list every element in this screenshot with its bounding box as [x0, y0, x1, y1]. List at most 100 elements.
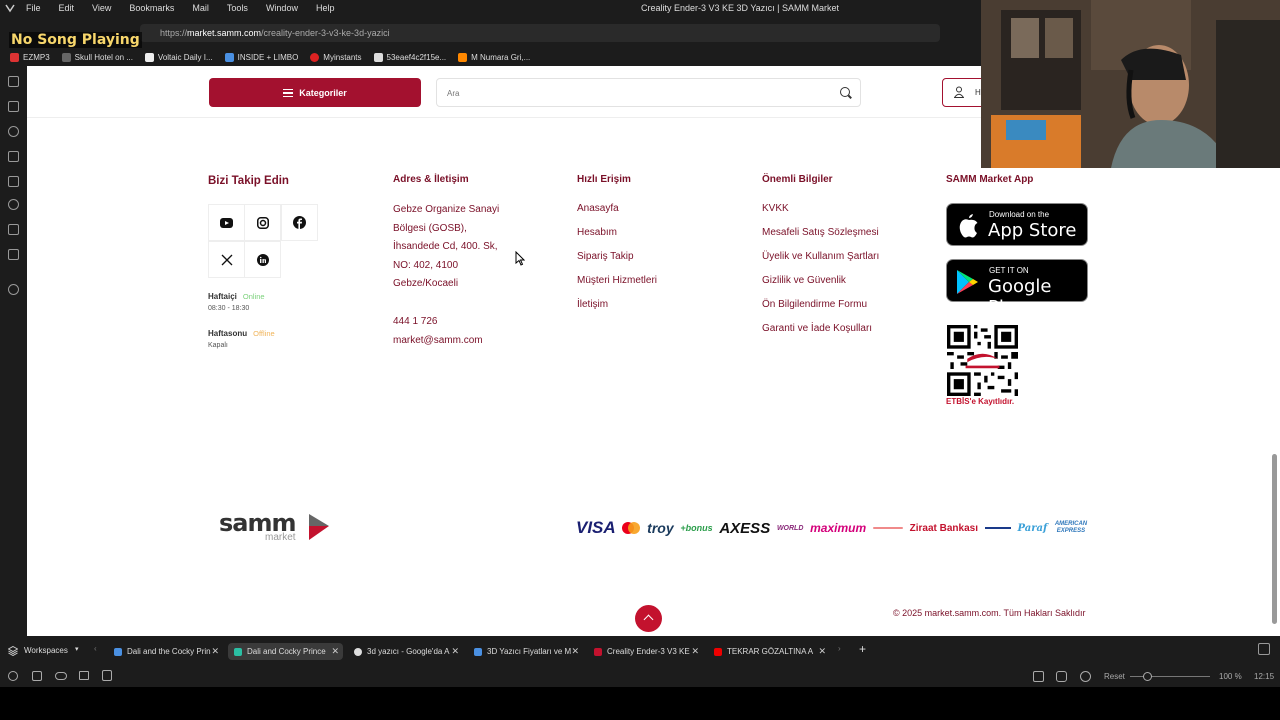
zoom-reset-button[interactable]: Reset [1104, 672, 1125, 681]
mail-icon[interactable] [8, 199, 19, 210]
search-input[interactable] [447, 86, 827, 100]
google-play-button[interactable]: GET IT ON Google Play [946, 259, 1088, 318]
chevron-right-icon[interactable]: › [838, 644, 841, 653]
x-link[interactable] [208, 241, 245, 278]
url-host: market.samm.com [187, 28, 262, 38]
info-link-membership-terms[interactable]: Üyelik ve Kullanım Şartları [762, 251, 879, 275]
instagram-link[interactable] [244, 204, 281, 241]
tab-item[interactable]: 3D Yazıcı Fiyatları ve M ✕ [468, 643, 583, 660]
calendar-icon[interactable] [8, 224, 19, 235]
close-tab-icon[interactable]: ✕ [818, 646, 826, 657]
app-store-button[interactable]: Download on the App Store [946, 203, 1088, 246]
screen-bottom-edge [0, 687, 1280, 720]
samm-logo[interactable]: samm market [219, 509, 329, 543]
quick-link-customer-service[interactable]: Müşteri Hizmetleri [577, 275, 657, 299]
bookmark-item[interactable]: EZMP3 [10, 52, 50, 62]
bookmark-icon [10, 52, 19, 62]
bookmark-label: Skull Hotel on ... [74, 52, 133, 62]
bookmark-item[interactable]: INSIDE + LIMBO [224, 52, 299, 62]
search-box[interactable] [436, 78, 861, 107]
info-link-privacy[interactable]: Gizlilik ve Güvenlik [762, 275, 879, 299]
info-link-distance-sales[interactable]: Mesafeli Satış Sözleşmesi [762, 227, 879, 251]
workspaces-button[interactable]: Workspaces [24, 646, 68, 655]
quick-link-contact[interactable]: İletişim [577, 299, 657, 323]
tab-item[interactable]: 3d yazıcı - Google'da A ✕ [348, 643, 463, 660]
user-icon [954, 86, 964, 98]
email-link[interactable]: market@samm.com [393, 335, 483, 346]
bookmark-item[interactable]: M Numara Gri,... [458, 52, 530, 62]
calendar-status-icon[interactable] [102, 670, 112, 681]
tab-item[interactable]: Dali and the Cocky Prin ✕ [108, 643, 223, 660]
tiling-icon[interactable] [1056, 671, 1067, 682]
bookmarks-panel-icon[interactable] [8, 76, 19, 87]
capture-icon[interactable] [1033, 671, 1044, 682]
bookmark-item[interactable]: Voltaic Daily I... [144, 52, 213, 62]
info-link-kvkk[interactable]: KVKK [762, 203, 879, 227]
bookmark-item[interactable]: Myinstants [310, 52, 362, 62]
logo-arrow-icon [309, 514, 329, 540]
close-tab-icon[interactable]: ✕ [451, 646, 459, 657]
close-tab-icon[interactable]: ✕ [331, 646, 339, 657]
tab-favicon [594, 647, 602, 656]
bookmark-label: INSIDE + LIMBO [237, 52, 299, 62]
mastercard-icon [622, 522, 641, 534]
etbis-qr-code[interactable] [947, 325, 1018, 396]
quick-link-account[interactable]: Hesabım [577, 227, 657, 251]
close-tab-icon[interactable]: ✕ [211, 646, 219, 657]
notes-icon[interactable] [8, 151, 19, 162]
page-actions-icon[interactable] [1080, 671, 1091, 682]
facebook-link[interactable] [281, 204, 318, 241]
workspaces-icon [8, 646, 18, 656]
back-to-top-button[interactable] [635, 605, 662, 632]
feed-icon[interactable] [8, 249, 19, 260]
world-logo: WORLD [776, 524, 804, 532]
downloads-icon[interactable] [8, 101, 19, 112]
bookmark-label: Myinstants [323, 52, 362, 62]
instagram-icon [256, 216, 269, 229]
bookmark-item[interactable]: Skull Hotel on ... [61, 52, 133, 62]
add-panel-icon[interactable] [8, 284, 19, 295]
zoom-slider[interactable] [1130, 676, 1210, 677]
tab-list-icon[interactable] [1258, 643, 1270, 655]
appstore-big-text: App Store [988, 220, 1077, 241]
info-link-preliminary-info[interactable]: Ön Bilgilendirme Formu [762, 299, 879, 323]
tab-item[interactable]: Creality Ender-3 V3 KE ✕ [588, 643, 703, 660]
weekend-label: Haftasonu [208, 329, 248, 338]
settings-icon[interactable] [8, 671, 18, 681]
chevron-left-icon[interactable]: ‹ [94, 644, 97, 653]
payment-logos: VISA troy +bonus AXESS WORLD maximum Zir… [576, 518, 1088, 537]
chevron-down-icon[interactable]: ▾ [75, 645, 79, 653]
bonus-logo: +bonus [680, 523, 713, 533]
quick-link-home[interactable]: Anasayfa [577, 203, 657, 227]
close-tab-icon[interactable]: ✕ [691, 646, 699, 657]
tab-favicon [714, 647, 722, 656]
scrollbar-thumb[interactable] [1272, 454, 1277, 624]
categories-button[interactable]: Kategoriler [209, 78, 421, 107]
login-label: H [975, 88, 981, 97]
url-field[interactable]: https://market.samm.com/creality-ender-3… [140, 24, 940, 42]
tab-favicon [354, 647, 362, 656]
search-icon[interactable] [840, 87, 850, 97]
panel-toggle-icon[interactable] [32, 671, 42, 681]
mail-status-icon[interactable] [79, 671, 89, 680]
close-tab-icon[interactable]: ✕ [571, 646, 579, 657]
history-icon[interactable] [8, 126, 19, 137]
linkedin-link[interactable] [244, 241, 281, 278]
phone-link[interactable]: 444 1 726 [393, 316, 438, 327]
browser-sidebar [0, 66, 27, 636]
new-tab-icon[interactable]: + [859, 642, 866, 656]
zoom-slider-thumb[interactable] [1143, 672, 1152, 681]
bookmark-item[interactable]: 53eaef4c2f15e... [373, 52, 446, 62]
tab-item[interactable]: TEKRAR GÖZALTINA A ✕ [708, 643, 830, 660]
address-title: Adres & İletişim [393, 174, 469, 185]
tab-item[interactable]: Dali and Cocky Prince ✕ [228, 643, 343, 660]
sync-icon[interactable] [55, 672, 67, 680]
youtube-link[interactable] [208, 204, 245, 241]
translate-icon[interactable] [8, 176, 19, 187]
info-link-warranty-returns[interactable]: Garanti ve İade Koşulları [762, 323, 879, 347]
bookmark-icon [144, 52, 154, 62]
bookmark-icon [458, 52, 468, 62]
x-icon [221, 254, 232, 265]
quick-link-order-tracking[interactable]: Sipariş Takip [577, 251, 657, 275]
youtube-icon [220, 217, 233, 228]
